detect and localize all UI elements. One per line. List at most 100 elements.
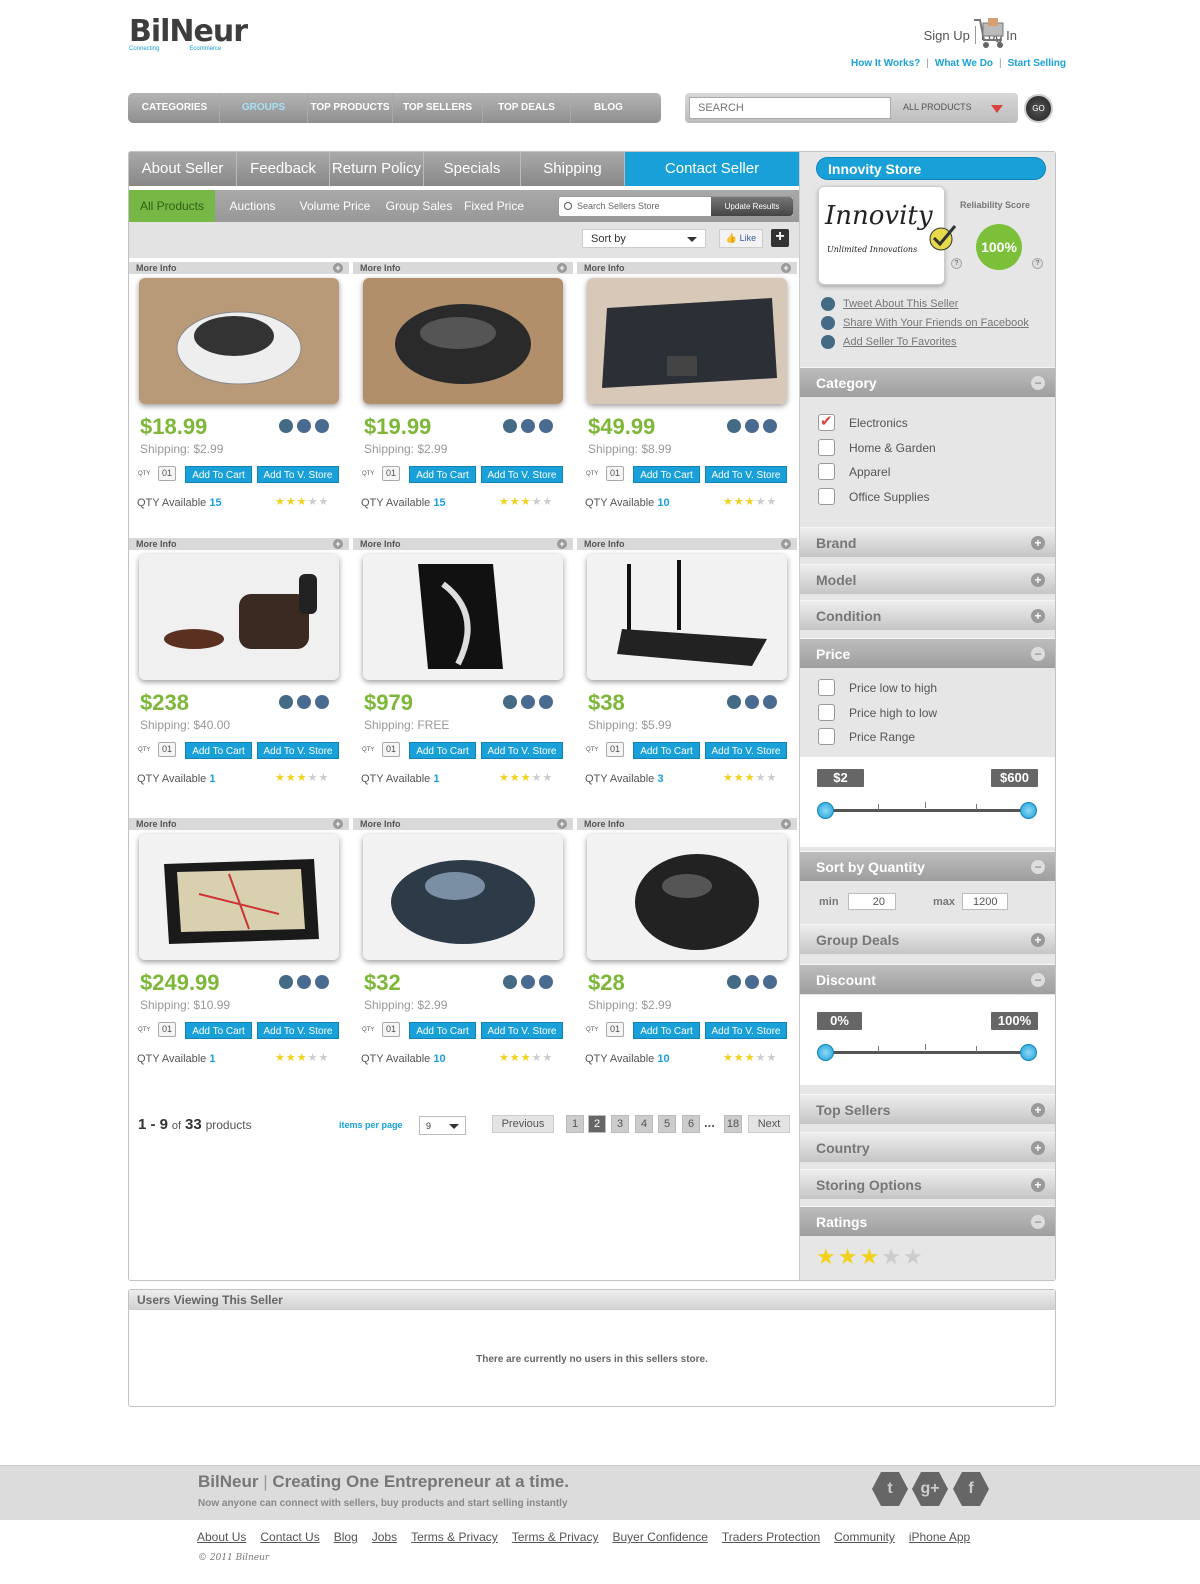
plus-icon[interactable]: + <box>781 819 791 829</box>
update-results-button[interactable]: Update Results <box>711 197 793 216</box>
price-range[interactable]: Price Range <box>818 728 915 745</box>
facebook-icon[interactable] <box>521 419 535 433</box>
share-facebook-link[interactable]: Share With Your Friends on Facebook <box>821 316 1029 330</box>
qty-input[interactable]: 01 <box>382 742 400 757</box>
filter-all-products[interactable]: All Products <box>129 190 215 222</box>
expand-icon[interactable]: + <box>1031 933 1045 947</box>
category-office-supplies[interactable]: Office Supplies <box>818 488 930 505</box>
more-info-link[interactable]: More Info + <box>577 818 797 830</box>
more-info-link[interactable]: More Info + <box>577 262 797 274</box>
add-to-store-button[interactable]: Add To V. Store <box>481 742 563 759</box>
heart-icon[interactable] <box>539 419 553 433</box>
rating-star-icon[interactable]: ★ <box>838 1244 858 1270</box>
category-header[interactable]: Category − <box>800 367 1055 397</box>
twitter-icon[interactable] <box>279 695 293 709</box>
rating-star-icon[interactable]: ★ <box>903 1244 923 1270</box>
checkbox[interactable] <box>818 704 835 721</box>
collapse-icon[interactable]: − <box>1031 860 1045 874</box>
sort-select[interactable]: Sort by <box>582 229 706 248</box>
product-image[interactable] <box>363 554 563 680</box>
plus-icon[interactable]: + <box>557 539 567 549</box>
nav-top-sellers[interactable]: TOP SELLERS <box>393 93 483 123</box>
qty-input[interactable]: 01 <box>606 1022 624 1037</box>
category-home-garden[interactable]: Home & Garden <box>818 439 936 456</box>
plus-icon[interactable]: + <box>333 263 343 273</box>
footer-link-community[interactable]: Community <box>834 1530 895 1544</box>
add-to-store-button[interactable]: Add To V. Store <box>257 1022 339 1039</box>
like-button[interactable]: 👍 Like <box>719 229 763 248</box>
nav-categories[interactable]: CATEGORIES <box>130 93 220 123</box>
price-slider-max-handle[interactable] <box>1020 802 1037 819</box>
search-go-button[interactable]: GO <box>1024 94 1053 123</box>
product-image[interactable] <box>587 834 787 960</box>
qty-input[interactable]: 01 <box>382 466 400 481</box>
heart-icon[interactable] <box>315 695 329 709</box>
plus-icon[interactable]: + <box>781 539 791 549</box>
quantity-header[interactable]: Sort by Quantity − <box>800 851 1055 881</box>
tab-contact-seller[interactable]: Contact Seller <box>625 152 799 186</box>
chevron-down-icon[interactable] <box>991 105 1003 113</box>
checkbox[interactable] <box>818 412 835 431</box>
tab-about-seller[interactable]: About Seller <box>129 152 237 186</box>
heart-icon[interactable] <box>315 419 329 433</box>
filter-fixed-price[interactable]: Fixed Price <box>458 190 530 222</box>
page-1[interactable]: 1 <box>566 1115 584 1133</box>
group-deals-header[interactable]: Group Deals + <box>800 924 1055 954</box>
search-scope-select[interactable]: ALL PRODUCTS <box>903 102 972 112</box>
nav-groups[interactable]: GROUPS <box>220 93 308 123</box>
plus-icon[interactable]: + <box>781 263 791 273</box>
condition-header[interactable]: Condition + <box>800 600 1055 630</box>
top-sellers-header[interactable]: Top Sellers + <box>800 1094 1055 1124</box>
plus-icon[interactable]: + <box>333 819 343 829</box>
plus-icon[interactable]: + <box>557 263 567 273</box>
discount-slider-max-handle[interactable] <box>1020 1044 1037 1061</box>
previous-button[interactable]: Previous <box>492 1115 554 1133</box>
shopping-cart-icon[interactable] <box>972 14 1008 52</box>
heart-icon[interactable] <box>763 419 777 433</box>
plus-icon[interactable]: + <box>557 819 567 829</box>
signup-link[interactable]: Sign Up <box>919 28 975 43</box>
help-icon[interactable]: ? <box>951 258 962 269</box>
next-button[interactable]: Next <box>748 1115 790 1133</box>
quantity-min-input[interactable]: 20 <box>848 893 896 910</box>
category-electronics[interactable]: Electronics <box>818 412 908 431</box>
collapse-icon[interactable]: − <box>1031 1215 1045 1229</box>
facebook-icon[interactable] <box>297 975 311 989</box>
model-header[interactable]: Model + <box>800 564 1055 594</box>
qty-input[interactable]: 01 <box>158 1022 176 1037</box>
product-image[interactable] <box>139 278 339 404</box>
twitter-icon[interactable] <box>727 975 741 989</box>
ratings-header[interactable]: Ratings − <box>800 1206 1055 1236</box>
facebook-icon[interactable] <box>521 975 535 989</box>
price-low-high[interactable]: Price low to high <box>818 679 937 696</box>
nav-blog[interactable]: BLOG <box>571 93 646 123</box>
footer-link-contact[interactable]: Contact Us <box>260 1530 319 1544</box>
add-to-cart-button[interactable]: Add To Cart <box>185 742 252 759</box>
add-to-cart-button[interactable]: Add To Cart <box>633 742 700 759</box>
brand-logo[interactable]: BilNeur Connecting Ecommerce <box>129 16 248 53</box>
collapse-icon[interactable]: − <box>1031 647 1045 661</box>
discount-header[interactable]: Discount − <box>800 964 1055 994</box>
collapse-icon[interactable]: − <box>1031 376 1045 390</box>
qty-input[interactable]: 01 <box>606 742 624 757</box>
add-to-store-button[interactable]: Add To V. Store <box>481 466 563 483</box>
twitter-icon[interactable] <box>727 695 741 709</box>
more-info-link[interactable]: More Info + <box>353 818 573 830</box>
heart-icon[interactable] <box>315 975 329 989</box>
expand-icon[interactable]: + <box>1031 573 1045 587</box>
checkbox[interactable] <box>818 728 835 745</box>
expand-icon[interactable]: + <box>1031 536 1045 550</box>
items-per-page-select[interactable]: 9 <box>419 1116 466 1135</box>
footer-link-buyer-confidence[interactable]: Buyer Confidence <box>612 1530 707 1544</box>
more-info-link[interactable]: More Info + <box>353 262 573 274</box>
twitter-icon[interactable] <box>279 975 293 989</box>
more-info-link[interactable]: More Info + <box>129 538 349 550</box>
add-to-store-button[interactable]: Add To V. Store <box>481 1022 563 1039</box>
how-it-works-link[interactable]: How It Works? <box>851 58 920 69</box>
category-apparel[interactable]: Apparel <box>818 463 890 480</box>
price-header[interactable]: Price − <box>800 638 1055 668</box>
product-image[interactable] <box>587 278 787 404</box>
facebook-icon[interactable] <box>521 695 535 709</box>
checkbox[interactable] <box>818 488 835 505</box>
twitter-icon[interactable] <box>279 419 293 433</box>
